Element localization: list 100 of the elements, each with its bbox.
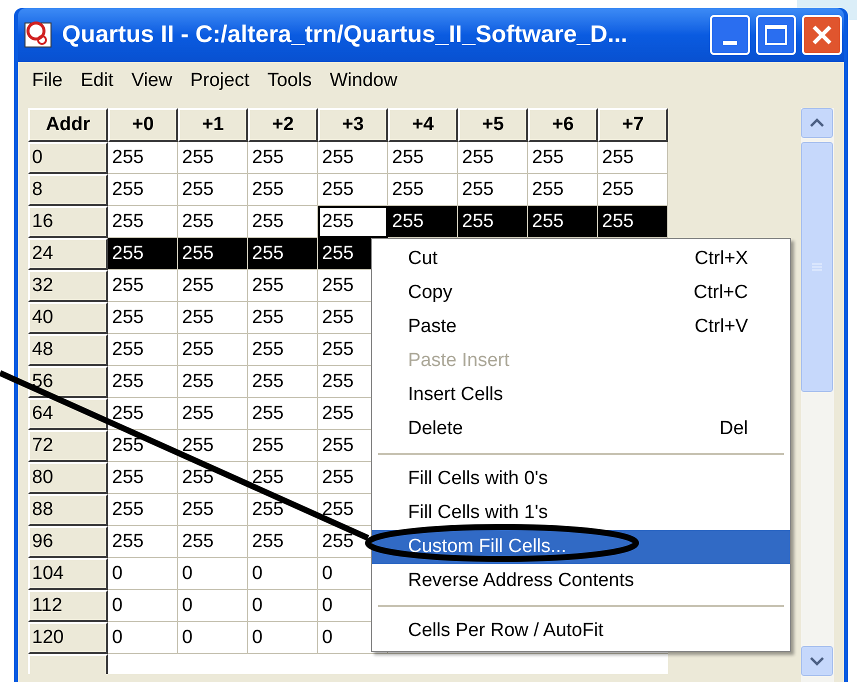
table-cell[interactable]: 255 [388,142,458,174]
table-cell[interactable]: 255 [108,494,178,526]
table-cell[interactable]: 0 [178,558,248,590]
address-cell: 56 [28,366,108,398]
table-cell[interactable]: 255 [108,462,178,494]
column-header[interactable]: +0 [108,108,178,142]
menu-item-label: Fill Cells with 1's [408,500,548,525]
table-cell[interactable]: 255 [248,302,318,334]
address-cell: 48 [28,334,108,366]
table-cell[interactable]: 255 [248,238,318,270]
table-cell[interactable]: 255 [458,206,528,238]
table-cell[interactable]: 255 [108,174,178,206]
table-cell[interactable]: 255 [108,366,178,398]
table-cell[interactable]: 255 [248,142,318,174]
table-cell[interactable]: 255 [248,430,318,462]
table-cell[interactable]: 255 [318,206,388,238]
address-cell: 104 [28,558,108,590]
table-cell[interactable]: 0 [108,590,178,622]
table-cell[interactable]: 255 [178,430,248,462]
menu-item[interactable]: Edit [72,66,122,96]
table-cell[interactable]: 255 [458,142,528,174]
table-cell[interactable]: 255 [318,142,388,174]
column-header[interactable]: Addr [28,108,108,142]
table-cell[interactable]: 0 [178,590,248,622]
table-cell[interactable]: 255 [108,398,178,430]
column-header[interactable]: +7 [598,108,668,142]
address-cell: 80 [28,462,108,494]
table-cell[interactable]: 255 [178,302,248,334]
table-cell[interactable]: 255 [108,238,178,270]
menu-item-label: Reverse Address Contents [408,568,634,593]
table-cell[interactable]: 255 [108,334,178,366]
address-cell: 16 [28,206,108,238]
table-cell[interactable]: 255 [178,174,248,206]
menu-item-label: Insert Cells [408,382,504,407]
table-cell[interactable]: 0 [248,558,318,590]
address-cell: 112 [28,590,108,622]
table-cell[interactable]: 255 [388,174,458,206]
table-cell[interactable]: 255 [528,174,598,206]
column-header[interactable]: +1 [178,108,248,142]
menu-item-label: Custom Fill Cells... [408,534,566,559]
table-cell[interactable]: 255 [598,174,668,206]
menu-item-label: Paste Insert [408,348,510,373]
table-cell[interactable]: 255 [248,334,318,366]
table-cell[interactable]: 255 [178,238,248,270]
address-cell: 24 [28,238,108,270]
column-header[interactable]: +4 [388,108,458,142]
table-cell[interactable]: 255 [598,142,668,174]
menu-item-label: Cut [408,246,438,271]
table-cell[interactable]: 255 [178,398,248,430]
table-cell[interactable]: 0 [108,622,178,654]
menu-item-label: Cells Per Row / AutoFit [408,618,604,643]
table-cell[interactable]: 255 [108,142,178,174]
table-cell[interactable]: 255 [248,462,318,494]
menu-item[interactable]: File [24,66,71,96]
table-cell[interactable]: 255 [598,206,668,238]
table-cell[interactable]: 0 [248,590,318,622]
column-header[interactable]: +6 [528,108,598,142]
table-cell[interactable]: 255 [108,526,178,558]
table-cell[interactable]: 255 [178,206,248,238]
address-cell: 32 [28,270,108,302]
table-cell[interactable]: 255 [248,270,318,302]
table-cell[interactable]: 255 [108,302,178,334]
table-cell[interactable]: 255 [178,334,248,366]
table-cell[interactable]: 255 [108,206,178,238]
table-cell[interactable]: 255 [248,174,318,206]
column-header[interactable]: +2 [248,108,318,142]
table-cell[interactable]: 255 [178,526,248,558]
address-cell: 0 [28,142,108,174]
table-cell[interactable]: 0 [108,558,178,590]
menu-item-label: Fill Cells with 0's [408,466,548,491]
table-cell[interactable]: 255 [248,398,318,430]
address-cell: 88 [28,494,108,526]
table-cell[interactable]: 255 [388,206,458,238]
menu-item[interactable]: Project [182,66,258,96]
table-cell[interactable]: 255 [178,142,248,174]
column-header[interactable]: +5 [458,108,528,142]
window-title: Quartus II - C:/altera_trn/Quartus_II_Software_D... [62,20,628,50]
address-cell: 96 [28,526,108,558]
table-cell[interactable]: 255 [178,366,248,398]
address-cell: 120 [28,622,108,654]
menu-item[interactable]: Tools [259,66,320,96]
menu-item[interactable]: Window [322,66,406,96]
table-cell[interactable]: 255 [178,270,248,302]
table-cell[interactable]: 255 [528,206,598,238]
table-cell[interactable]: 255 [108,270,178,302]
table-cell[interactable]: 255 [528,142,598,174]
menu-item[interactable]: View [123,66,180,96]
table-cell[interactable]: 255 [458,174,528,206]
table-cell[interactable]: 255 [178,494,248,526]
table-cell[interactable]: 0 [178,622,248,654]
table-cell[interactable]: 255 [318,174,388,206]
shortcut-label: Ctrl+X [694,246,748,271]
table-cell[interactable]: 255 [248,366,318,398]
menu-item-label: Paste [408,314,457,339]
table-cell[interactable]: 255 [248,206,318,238]
shortcut-label: Del [719,416,748,441]
table-cell[interactable]: 255 [248,526,318,558]
table-cell[interactable]: 0 [248,622,318,654]
address-cell: 40 [28,302,108,334]
column-header[interactable]: +3 [318,108,388,142]
